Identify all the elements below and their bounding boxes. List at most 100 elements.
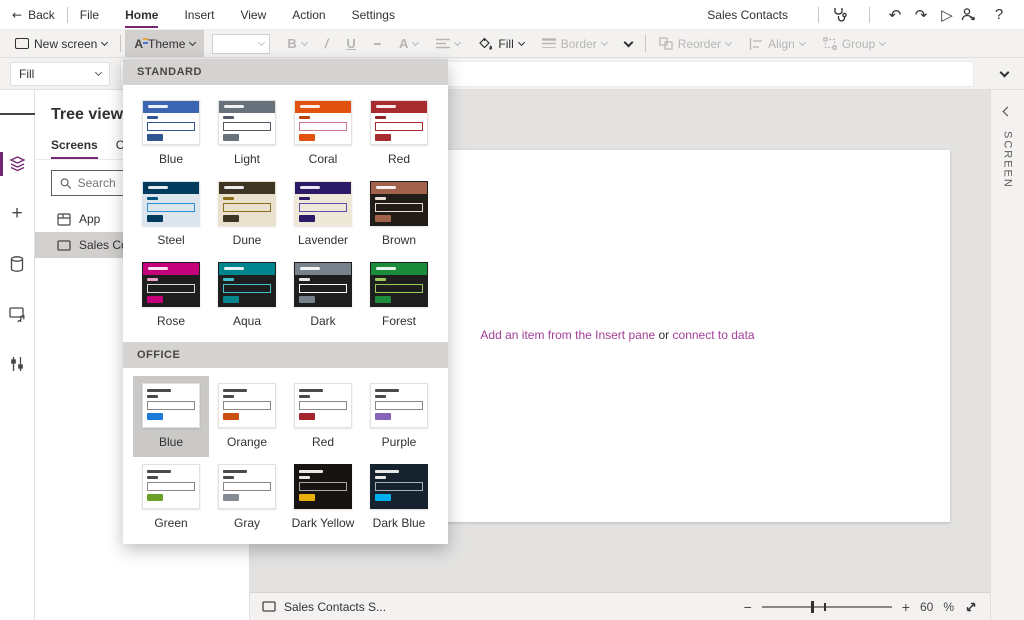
connect-to-data-link[interactable]: connect to data (673, 328, 755, 342)
strikethrough-icon: – (374, 36, 381, 51)
chevron-down-icon (189, 38, 196, 45)
menu-item-view[interactable]: View (240, 2, 266, 28)
collapse-menu-icon[interactable] (0, 104, 35, 124)
group-button[interactable]: Group (814, 30, 894, 57)
menu-item-settings[interactable]: Settings (352, 2, 395, 28)
menu-item-insert[interactable]: Insert (184, 2, 214, 28)
formula-expand-button[interactable] (984, 72, 1024, 76)
zoom-unit: % (943, 600, 954, 614)
theme-swatch-dark-yellow[interactable]: Dark Yellow (285, 457, 361, 538)
chevron-down-icon (518, 38, 525, 45)
tab-screens[interactable]: Screens (51, 134, 98, 159)
theme-swatch-rose[interactable]: Rose (133, 255, 209, 336)
underline-button[interactable]: U (337, 30, 364, 57)
insert-pane-link[interactable]: Add an item from the Insert pane (480, 328, 655, 342)
theme-preview (294, 181, 352, 226)
chevron-down-icon (95, 68, 102, 75)
border-button[interactable]: Border (533, 30, 616, 57)
theme-swatch-blue[interactable]: Blue (133, 376, 209, 457)
italic-button[interactable]: / (316, 30, 338, 57)
divider (67, 7, 68, 23)
zoom-slider[interactable] (762, 606, 892, 608)
theme-preview (218, 262, 276, 307)
bold-icon: B (287, 36, 296, 51)
theme-preview (370, 100, 428, 145)
strikethrough-button[interactable]: – (365, 30, 390, 57)
theme-swatch-red[interactable]: Red (361, 93, 437, 174)
tree-view-icon[interactable] (0, 154, 35, 174)
theme-swatch-green[interactable]: Green (133, 457, 209, 538)
theme-preview (142, 181, 200, 226)
theme-name: Rose (157, 314, 185, 328)
theme-name: Steel (157, 233, 184, 247)
theme-swatch-light[interactable]: Light (209, 93, 285, 174)
play-icon[interactable]: ▷ (934, 6, 960, 24)
chevron-down-icon (101, 38, 108, 45)
theme-swatch-dark-blue[interactable]: Dark Blue (361, 457, 437, 538)
zoom-slider-handle[interactable] (811, 601, 814, 613)
theme-swatch-dune[interactable]: Dune (209, 174, 285, 255)
align-lines-icon (436, 38, 450, 49)
theme-swatch-dark[interactable]: Dark (285, 255, 361, 336)
menu-item-home[interactable]: Home (125, 2, 158, 28)
left-rail: + (0, 90, 35, 620)
theme-swatch-blue[interactable]: Blue (133, 93, 209, 174)
theme-swatch-orange[interactable]: Orange (209, 376, 285, 457)
help-icon[interactable]: ? (986, 6, 1012, 23)
property-selector[interactable]: Fill (10, 62, 110, 86)
theme-swatch-gray[interactable]: Gray (209, 457, 285, 538)
theme-swatch-aqua[interactable]: Aqua (209, 255, 285, 336)
menu-item-file[interactable]: File (80, 2, 99, 28)
status-screen-name: Sales Contacts S... (284, 600, 386, 614)
font-size-combo[interactable] (212, 34, 270, 54)
undo-icon[interactable]: ↶ (882, 6, 908, 24)
advanced-tools-icon[interactable] (0, 354, 35, 374)
theme-name: Gray (234, 516, 260, 530)
new-screen-button[interactable]: New screen (6, 30, 116, 57)
chevron-down-icon (623, 37, 633, 47)
theme-preview (218, 464, 276, 509)
redo-icon[interactable]: ↷ (908, 6, 934, 24)
chevron-down-icon (258, 38, 265, 45)
theme-preview (218, 100, 276, 145)
fit-to-window-icon[interactable] (964, 600, 978, 614)
menu-item-action[interactable]: Action (292, 2, 325, 28)
back-button[interactable]: ← Back (12, 8, 55, 22)
align-button[interactable]: Align (740, 30, 814, 57)
theme-preview (142, 383, 200, 428)
app-checker-icon[interactable] (831, 6, 857, 23)
status-bar: Sales Contacts S... − + 60 % (250, 592, 990, 620)
theme-swatch-brown[interactable]: Brown (361, 174, 437, 255)
divider (120, 35, 121, 52)
theme-swatch-forest[interactable]: Forest (361, 255, 437, 336)
theme-name: Dune (233, 233, 262, 247)
theme-name: Blue (159, 435, 183, 449)
zoom-in-button[interactable]: + (902, 599, 910, 615)
media-icon[interactable] (0, 304, 35, 324)
border-label: Border (561, 37, 597, 51)
expand-panel-icon[interactable] (1003, 107, 1013, 117)
chevron-down-icon (799, 38, 806, 45)
theme-swatch-purple[interactable]: Purple (361, 376, 437, 457)
menubar: ← Back File Home Insert View Action Sett… (0, 0, 1024, 30)
share-user-icon[interactable] (960, 7, 986, 22)
text-align-button[interactable] (427, 30, 469, 57)
theme-swatch-coral[interactable]: Coral (285, 93, 361, 174)
theme-button[interactable]: A Theme (125, 30, 204, 57)
chevron-down-icon (412, 38, 419, 45)
zoom-out-button[interactable]: − (744, 599, 752, 615)
chevron-down-icon (879, 38, 886, 45)
bold-button[interactable]: B (278, 30, 315, 57)
toolbar-overflow-button[interactable] (616, 30, 641, 57)
insert-icon[interactable]: + (0, 204, 35, 224)
theme-swatch-steel[interactable]: Steel (133, 174, 209, 255)
fill-button[interactable]: Fill (469, 30, 532, 57)
theme-preview (218, 383, 276, 428)
data-sources-icon[interactable] (0, 254, 35, 274)
chevron-down-icon (301, 38, 308, 45)
reorder-button[interactable]: Reorder (650, 30, 740, 57)
font-color-button[interactable]: A (390, 30, 427, 57)
theme-swatch-lavender[interactable]: Lavender (285, 174, 361, 255)
theme-grid: BlueLightCoralRed Steel Dune LavenderBrown R… (123, 85, 448, 342)
theme-swatch-red[interactable]: Red (285, 376, 361, 457)
